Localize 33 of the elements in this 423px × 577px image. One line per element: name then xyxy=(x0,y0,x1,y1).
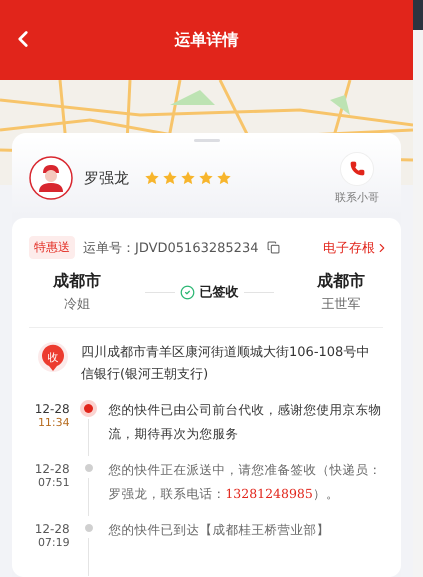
star-icon xyxy=(180,170,196,186)
star-icon xyxy=(144,170,160,186)
origin-city: 成都市 xyxy=(53,271,101,292)
stub-link[interactable]: 电子存根 xyxy=(323,238,389,256)
delivery-status: 已签收 xyxy=(200,284,238,301)
event-description: 您的快件已由公司前台代收，感谢您使用京东物流，期待再次为您服务 xyxy=(108,401,382,443)
page-title: 运单详情 xyxy=(174,30,238,50)
waybill-number: 运单号：JDVD05163285234 xyxy=(83,240,258,256)
destination-city: 成都市 xyxy=(317,271,365,292)
star-icon xyxy=(198,170,214,186)
contact-label: 联系小哥 xyxy=(335,190,379,204)
event-time: 11:34 xyxy=(38,416,70,429)
event-description: 您的快件已到达【成都桂王桥营业部】 xyxy=(108,521,330,539)
sender-name: 冷姐 xyxy=(64,296,90,313)
phone-icon xyxy=(350,161,364,176)
event-description: 您的快件正在派送中，请您准备签收（快递员：罗强龙，联系电话：13281248985）。 xyxy=(108,461,382,503)
delivery-address: 四川成都市青羊区康河街道顺城大街106-108号中信银行(银河王朝支行) xyxy=(81,344,370,384)
courier-avatar xyxy=(29,156,73,200)
service-tag: 特惠送 xyxy=(29,236,75,259)
recipient-name: 王世军 xyxy=(322,296,360,313)
courier-name: 罗强龙 xyxy=(84,168,129,188)
drag-handle[interactable] xyxy=(194,139,220,142)
event-time: 07:19 xyxy=(38,536,70,549)
star-icon xyxy=(162,170,178,186)
phone-link[interactable]: 13281248985 xyxy=(225,486,313,501)
copy-icon[interactable] xyxy=(266,241,280,254)
event-date: 12-28 xyxy=(34,402,70,416)
event-date: 12-28 xyxy=(34,462,70,476)
event-time: 07:51 xyxy=(38,476,70,489)
star-icon xyxy=(216,170,232,186)
check-icon xyxy=(180,284,194,300)
event-date: 12-28 xyxy=(34,522,70,536)
call-button[interactable] xyxy=(340,152,374,186)
